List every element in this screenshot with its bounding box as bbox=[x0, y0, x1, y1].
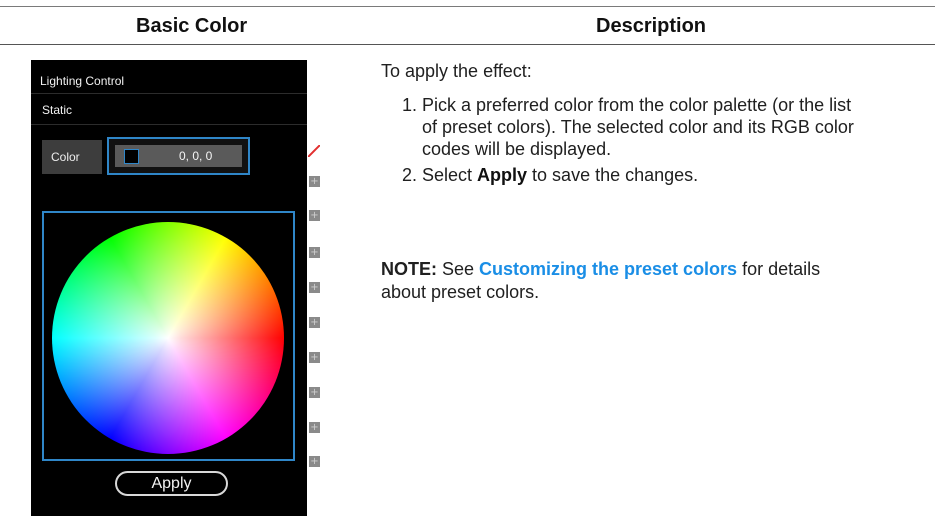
lighting-control-panel: Lighting Control Static Color 0, 0, 0 + … bbox=[31, 60, 320, 516]
step-text-post: to save the changes. bbox=[527, 165, 699, 185]
apply-term: Apply bbox=[477, 165, 528, 185]
divider bbox=[31, 124, 307, 125]
mode-label: Static bbox=[42, 103, 73, 117]
divider bbox=[31, 93, 307, 94]
color-value-field[interactable]: 0, 0, 0 bbox=[107, 137, 250, 175]
step-number: 2. bbox=[402, 165, 418, 185]
apply-button[interactable]: Apply bbox=[115, 471, 228, 496]
note-text-pre: See bbox=[437, 259, 480, 279]
step-text-pre: Select bbox=[422, 165, 478, 185]
preset-color-add-icon[interactable]: + bbox=[309, 282, 320, 293]
color-label-box: Color bbox=[42, 140, 102, 174]
note-label: NOTE: bbox=[381, 259, 437, 279]
intro-text: To apply the effect: bbox=[381, 61, 532, 81]
step-text: Pick a preferred color from the color pa… bbox=[422, 95, 854, 159]
preset-color-add-icon[interactable]: + bbox=[309, 317, 320, 328]
color-label: Color bbox=[51, 150, 80, 164]
step-text: Select Apply to save the changes. bbox=[422, 164, 862, 186]
preset-color-add-icon[interactable]: + bbox=[309, 176, 320, 187]
color-palette-frame bbox=[42, 211, 295, 461]
column-header-description: Description bbox=[596, 15, 707, 37]
table-header-rule bbox=[0, 44, 935, 45]
no-color-icon[interactable] bbox=[308, 145, 320, 157]
step-number: 1. bbox=[402, 95, 418, 115]
column-header-basic-color: Basic Color bbox=[136, 15, 248, 37]
preset-color-add-icon[interactable]: + bbox=[309, 387, 320, 398]
color-wheel[interactable] bbox=[52, 222, 284, 454]
note-paragraph: NOTE: See Customizing the preset colors … bbox=[381, 258, 821, 304]
preset-color-add-icon[interactable]: + bbox=[309, 422, 320, 433]
customizing-preset-colors-link[interactable]: Customizing the preset colors bbox=[479, 259, 737, 279]
table-top-rule bbox=[0, 6, 935, 7]
selected-color-swatch bbox=[124, 149, 139, 164]
color-value-inner: 0, 0, 0 bbox=[115, 145, 242, 167]
preset-color-add-icon[interactable]: + bbox=[309, 247, 320, 258]
rgb-value-text: 0, 0, 0 bbox=[179, 149, 213, 163]
preset-color-add-icon[interactable]: + bbox=[309, 210, 320, 221]
preset-color-add-icon[interactable]: + bbox=[309, 456, 320, 467]
preset-color-add-icon[interactable]: + bbox=[309, 352, 320, 363]
panel-title: Lighting Control bbox=[40, 74, 125, 88]
